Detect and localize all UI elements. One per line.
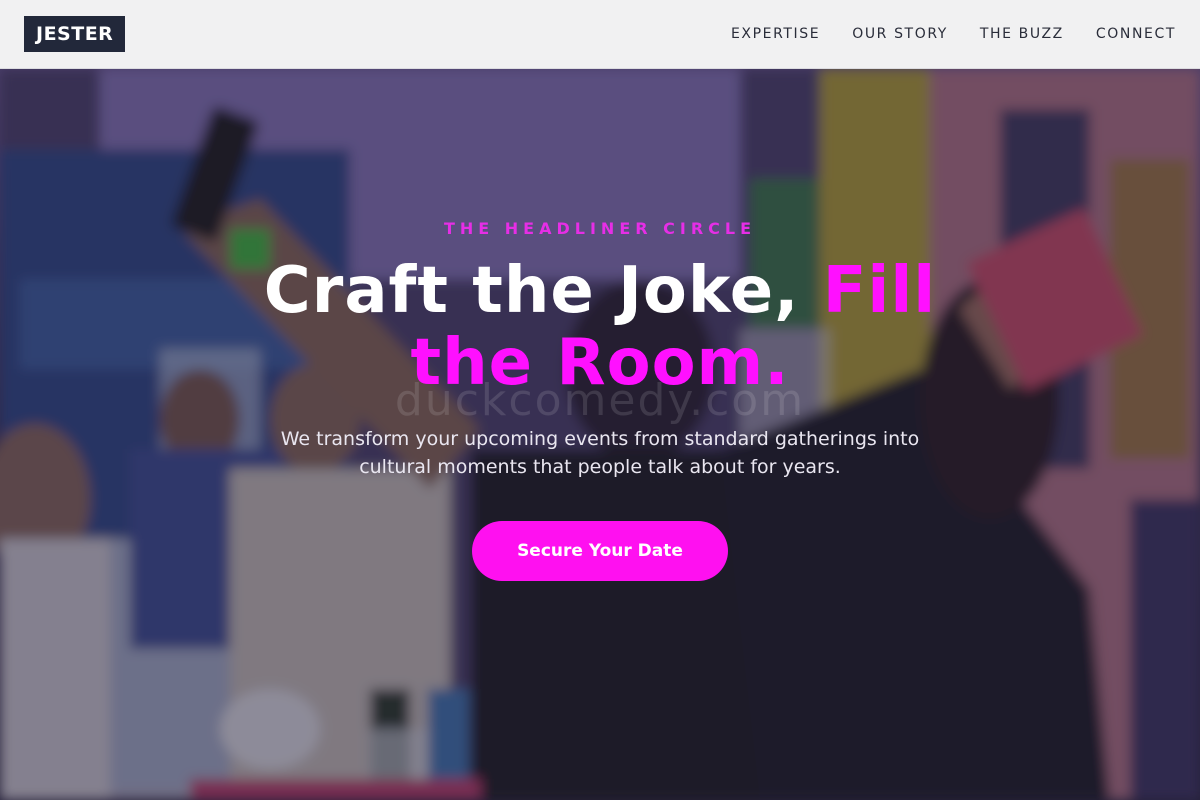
hero-eyebrow: THE HEADLINER CIRCLE: [443, 219, 757, 238]
nav-link-our-story[interactable]: OUR STORY: [852, 26, 948, 42]
hero-description: We transform your upcoming events from s…: [280, 428, 920, 478]
headline-main: Craft the Joke,: [263, 254, 823, 328]
site-header: JESTER EXPERTISE OUR STORY THE BUZZ CONN…: [0, 0, 1200, 69]
secure-date-button[interactable]: Secure Your Date: [472, 521, 728, 581]
hero-headline: Craft the Joke, Fill the Room.: [200, 255, 1000, 399]
nav-link-connect[interactable]: CONNECT: [1096, 26, 1176, 42]
hero-content: THE HEADLINER CIRCLE duckcomedy.com Craf…: [0, 69, 1200, 800]
brand-logo[interactable]: JESTER: [24, 16, 126, 52]
hero-section: THE HEADLINER CIRCLE duckcomedy.com Craf…: [0, 69, 1200, 800]
nav-link-the-buzz[interactable]: THE BUZZ: [980, 26, 1064, 42]
nav-link-expertise[interactable]: EXPERTISE: [731, 26, 820, 42]
main-nav: EXPERTISE OUR STORY THE BUZZ CONNECT: [731, 0, 1176, 68]
